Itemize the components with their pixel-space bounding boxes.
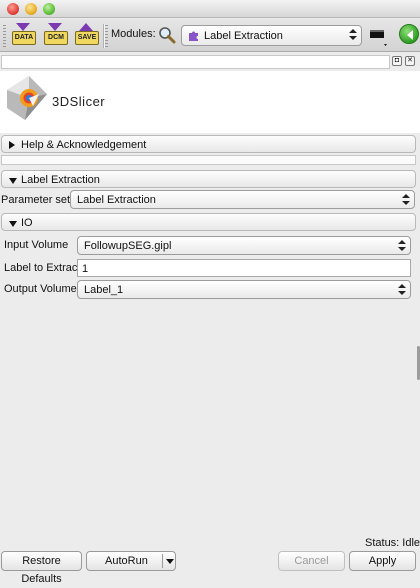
minimize-window-button[interactable] xyxy=(25,3,37,15)
module-selector[interactable]: Label Extraction xyxy=(181,25,362,46)
parameter-set-label: Parameter set: xyxy=(1,194,74,206)
close-icon[interactable]: ✕ xyxy=(405,56,415,66)
close-window-button[interactable] xyxy=(7,3,19,15)
toolbar-grip[interactable] xyxy=(105,25,108,47)
help-acknowledgement-section[interactable]: Help & Acknowledgement xyxy=(1,135,416,153)
autorun-button[interactable]: AutoRun xyxy=(86,551,176,571)
dropdown-arrow-icon[interactable] xyxy=(166,559,174,564)
updown-arrows-icon xyxy=(349,28,358,42)
io-section[interactable]: IO xyxy=(1,213,416,231)
expanded-triangle-icon xyxy=(9,221,17,227)
down-arrow-icon xyxy=(16,23,30,31)
up-arrow-icon xyxy=(79,23,93,31)
module-panel-header: ◘ ✕ xyxy=(0,53,420,69)
slicer-logo-icon xyxy=(3,72,51,124)
label-to-extract-input[interactable]: 1 xyxy=(77,259,411,277)
undock-icon[interactable]: ◘ xyxy=(392,56,402,66)
modules-label: Modules: xyxy=(111,28,156,40)
zoom-window-button[interactable] xyxy=(43,3,55,15)
collapsed-triangle-icon xyxy=(9,141,15,149)
restore-defaults-button[interactable]: Restore Defaults xyxy=(1,551,82,585)
output-volume-label: Output Volume xyxy=(4,283,77,295)
load-data-button[interactable]: DATA xyxy=(11,23,37,49)
label-to-extract-label: Label to Extract xyxy=(4,262,81,274)
autorun-label: AutoRun xyxy=(105,555,148,567)
puzzle-piece-icon xyxy=(188,30,200,42)
output-volume-selector[interactable]: Label_1 xyxy=(77,280,411,299)
cancel-button[interactable]: Cancel xyxy=(278,551,345,571)
status-text: Status: Idle xyxy=(365,537,420,549)
section-divider xyxy=(1,155,416,165)
toolbar-grip[interactable] xyxy=(3,25,6,47)
input-volume-label: Input Volume xyxy=(4,239,69,251)
apply-button[interactable]: Apply xyxy=(349,551,416,571)
updown-arrows-icon xyxy=(398,239,407,253)
slicer-logo-text: 3DSlicer xyxy=(52,94,106,109)
updown-arrows-icon xyxy=(398,283,407,297)
down-arrow-icon xyxy=(48,23,62,31)
expanded-triangle-icon xyxy=(9,178,17,184)
module-panel-field xyxy=(1,55,390,69)
toolbar-separator xyxy=(103,24,104,48)
updown-arrows-icon xyxy=(402,193,411,207)
autorun-divider xyxy=(162,554,163,568)
label-extraction-section[interactable]: Label Extraction xyxy=(1,170,416,188)
load-dicom-button[interactable]: DCM xyxy=(43,23,69,49)
back-arrow-icon[interactable] xyxy=(399,24,419,44)
layout-selector-button[interactable] xyxy=(368,26,390,48)
search-icon[interactable] xyxy=(158,26,176,44)
parameter-set-selector[interactable]: Label Extraction xyxy=(70,190,415,209)
input-volume-selector[interactable]: FollowupSEG.gipl xyxy=(77,236,411,255)
save-data-button[interactable]: SAVE xyxy=(74,23,100,49)
window-titlebar xyxy=(0,0,420,18)
